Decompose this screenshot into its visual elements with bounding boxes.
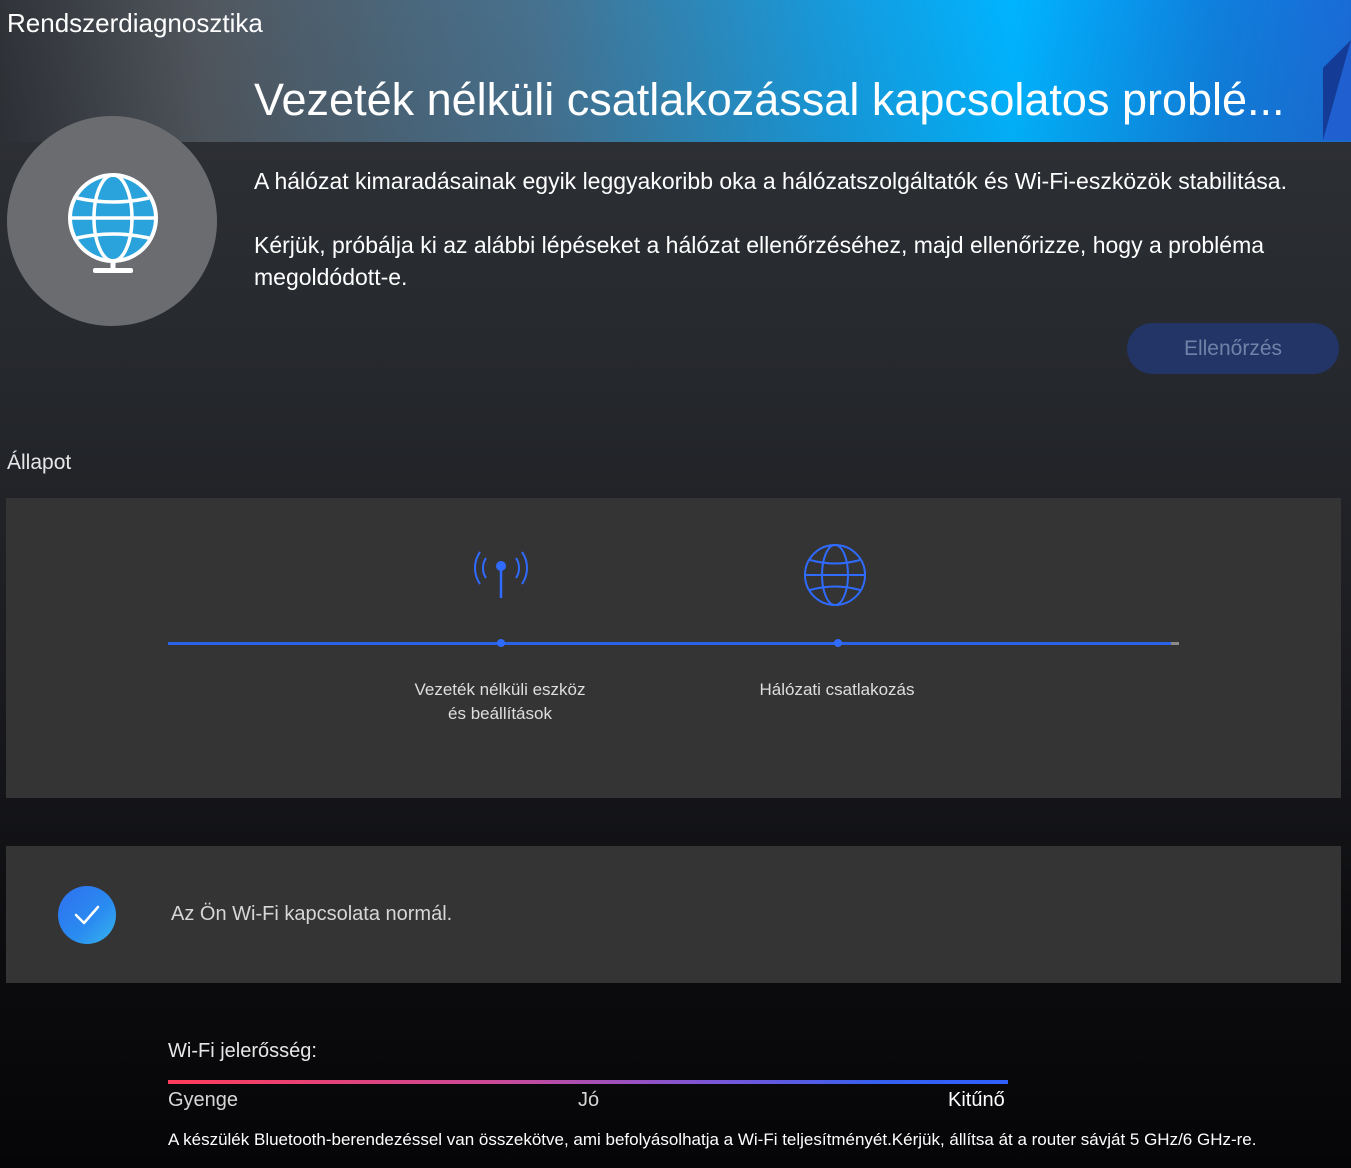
check-button[interactable]: Ellenőrzés — [1127, 323, 1339, 374]
progress-track-fill — [168, 642, 1171, 645]
step-label-wireless: Vezeték nélküli eszköz és beállítások — [414, 680, 586, 723]
result-panel: Az Ön Wi-Fi kapcsolata normál. — [6, 846, 1341, 983]
status-panel: Vezeték nélküli eszköz és beállítások Há… — [6, 498, 1341, 798]
status-section-label: Állapot — [7, 451, 72, 474]
globe-icon — [68, 173, 158, 273]
step-node-network — [834, 639, 842, 647]
result-message: Az Ön Wi-Fi kapcsolata normál. — [171, 903, 453, 925]
hero-icon-circle — [7, 116, 217, 326]
checkmark-badge — [58, 886, 116, 944]
signal-scale-excellent: Kitűnő — [948, 1089, 1005, 1111]
progress-track — [168, 642, 1179, 645]
description-paragraph-2: Kérjük, próbálja ki az alábbi lépéseket … — [254, 232, 1265, 290]
signal-strength-label: Wi-Fi jelerősség: — [168, 1040, 317, 1062]
signal-scale-good: Jó — [578, 1089, 600, 1111]
description-paragraph-1: A hálózat kimaradásainak egyik leggyakor… — [254, 168, 1287, 194]
corner-accent — [1323, 40, 1351, 140]
bluetooth-warning-note: A készülék Bluetooth-berendezéssel van ö… — [168, 1130, 1257, 1149]
app-title: Rendszerdiagnosztika — [7, 8, 263, 38]
step-label-network: Hálózati csatlakozás — [759, 680, 915, 699]
globe-icon — [804, 544, 866, 606]
step-node-wireless — [497, 639, 505, 647]
page-title: Vezeték nélküli csatlakozással kapcsolat… — [254, 74, 1285, 125]
signal-strength-bar — [168, 1080, 1008, 1084]
antenna-icon — [473, 551, 529, 598]
signal-scale-weak: Gyenge — [168, 1089, 239, 1111]
checkmark-icon — [74, 905, 100, 925]
